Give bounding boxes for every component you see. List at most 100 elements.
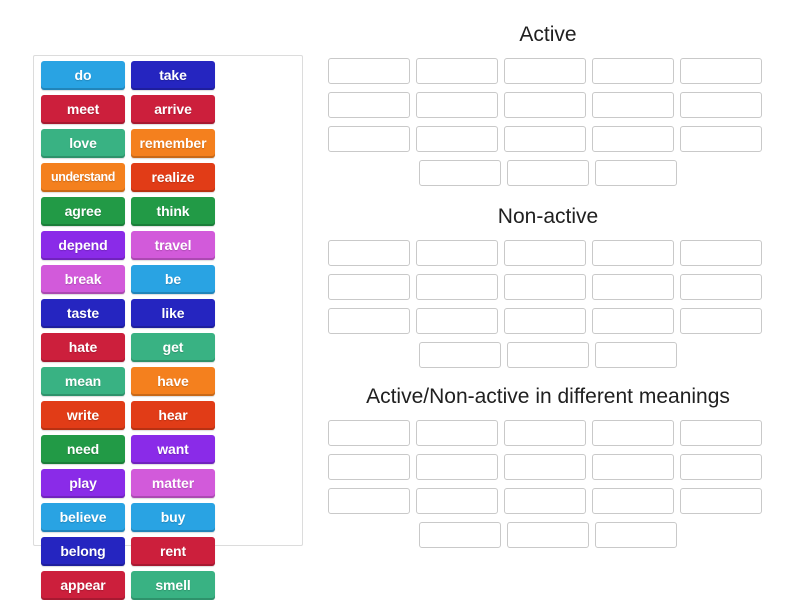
- word-tile[interactable]: arrive: [131, 95, 215, 124]
- drop-slot[interactable]: [328, 454, 410, 480]
- drop-zone-columns: Active Non-active Active/Non-active in dif…: [328, 22, 768, 556]
- word-tile[interactable]: realize: [131, 163, 215, 192]
- drop-slot[interactable]: [416, 126, 498, 152]
- drop-slot[interactable]: [595, 160, 677, 186]
- word-tile[interactable]: love: [41, 129, 125, 158]
- drop-slot[interactable]: [328, 420, 410, 446]
- drop-slot[interactable]: [592, 126, 674, 152]
- drop-slot[interactable]: [592, 58, 674, 84]
- drop-slot-rows: [328, 240, 768, 368]
- drop-slot[interactable]: [419, 160, 501, 186]
- word-tile[interactable]: hate: [41, 333, 125, 362]
- drop-slot[interactable]: [507, 522, 589, 548]
- drop-slot[interactable]: [507, 342, 589, 368]
- drop-slot[interactable]: [416, 240, 498, 266]
- drop-slot[interactable]: [328, 308, 410, 334]
- drop-slot[interactable]: [419, 522, 501, 548]
- drop-slot[interactable]: [328, 92, 410, 118]
- drop-slot[interactable]: [416, 58, 498, 84]
- drop-slot-row: [328, 126, 768, 152]
- drop-slot[interactable]: [504, 58, 586, 84]
- word-tile-tray: do take meet arrive love remember understand re…: [33, 55, 303, 600]
- drop-slot-row: [328, 58, 768, 84]
- word-tile[interactable]: remember: [131, 129, 215, 158]
- drop-slot[interactable]: [595, 522, 677, 548]
- drop-slot[interactable]: [592, 308, 674, 334]
- word-tile[interactable]: do: [41, 61, 125, 90]
- word-tile[interactable]: like: [131, 299, 215, 328]
- drop-slot-row: [328, 522, 768, 548]
- word-tile[interactable]: break: [41, 265, 125, 294]
- word-tile[interactable]: travel: [131, 231, 215, 260]
- word-tile[interactable]: hear: [131, 401, 215, 430]
- drop-slot[interactable]: [680, 308, 762, 334]
- drop-slot[interactable]: [592, 92, 674, 118]
- drop-slot[interactable]: [328, 240, 410, 266]
- drop-slot[interactable]: [419, 342, 501, 368]
- drop-slot[interactable]: [416, 308, 498, 334]
- drop-slot[interactable]: [328, 126, 410, 152]
- drop-slot[interactable]: [680, 240, 762, 266]
- drop-zone-title: Non-active: [497, 205, 599, 228]
- word-tile[interactable]: believe: [41, 503, 125, 532]
- drop-slot[interactable]: [595, 342, 677, 368]
- word-tile[interactable]: matter: [131, 469, 215, 498]
- word-tile[interactable]: think: [131, 197, 215, 226]
- drop-slot[interactable]: [504, 308, 586, 334]
- word-tile[interactable]: be: [131, 265, 215, 294]
- drop-slot[interactable]: [680, 274, 762, 300]
- drop-slot[interactable]: [592, 420, 674, 446]
- drop-slot[interactable]: [592, 240, 674, 266]
- drop-slot[interactable]: [504, 420, 586, 446]
- drop-slot[interactable]: [680, 92, 762, 118]
- word-tile[interactable]: agree: [41, 197, 125, 226]
- drop-zone-title: Active: [519, 23, 577, 46]
- drop-slot[interactable]: [504, 454, 586, 480]
- drop-slot[interactable]: [328, 58, 410, 84]
- word-tile[interactable]: appear: [41, 571, 125, 600]
- drop-slot[interactable]: [680, 126, 762, 152]
- drop-slot[interactable]: [328, 488, 410, 514]
- drop-zone: Active: [328, 22, 768, 186]
- drop-slot[interactable]: [504, 92, 586, 118]
- word-tile[interactable]: meet: [41, 95, 125, 124]
- drop-slot[interactable]: [507, 160, 589, 186]
- drop-slot[interactable]: [504, 126, 586, 152]
- word-tile[interactable]: need: [41, 435, 125, 464]
- drop-slot-row: [328, 342, 768, 368]
- word-tile[interactable]: play: [41, 469, 125, 498]
- word-tile[interactable]: smell: [131, 571, 215, 600]
- word-tile[interactable]: rent: [131, 537, 215, 566]
- drop-slot[interactable]: [592, 488, 674, 514]
- drop-slot[interactable]: [328, 274, 410, 300]
- group-sort-activity: do take meet arrive love remember understand re…: [0, 0, 800, 600]
- drop-slot[interactable]: [416, 488, 498, 514]
- word-tile[interactable]: want: [131, 435, 215, 464]
- drop-slot[interactable]: [416, 274, 498, 300]
- drop-slot-rows: [328, 58, 768, 186]
- drop-slot[interactable]: [680, 58, 762, 84]
- word-tile[interactable]: buy: [131, 503, 215, 532]
- drop-slot[interactable]: [504, 240, 586, 266]
- word-tile[interactable]: belong: [41, 537, 125, 566]
- drop-zone: Active/Non-active in different meanings: [328, 384, 768, 548]
- drop-slot[interactable]: [416, 92, 498, 118]
- drop-slot[interactable]: [680, 454, 762, 480]
- drop-slot[interactable]: [504, 488, 586, 514]
- word-tile[interactable]: get: [131, 333, 215, 362]
- drop-slot[interactable]: [592, 274, 674, 300]
- drop-slot[interactable]: [504, 274, 586, 300]
- drop-slot[interactable]: [592, 454, 674, 480]
- word-tile[interactable]: mean: [41, 367, 125, 396]
- word-tile[interactable]: take: [131, 61, 215, 90]
- drop-slot[interactable]: [416, 420, 498, 446]
- word-tile[interactable]: understand: [41, 163, 125, 192]
- word-tile[interactable]: have: [131, 367, 215, 396]
- word-tile[interactable]: depend: [41, 231, 125, 260]
- drop-slot[interactable]: [680, 488, 762, 514]
- drop-slot-row: [328, 240, 768, 266]
- drop-slot[interactable]: [680, 420, 762, 446]
- drop-slot[interactable]: [416, 454, 498, 480]
- word-tile[interactable]: taste: [41, 299, 125, 328]
- word-tile[interactable]: write: [41, 401, 125, 430]
